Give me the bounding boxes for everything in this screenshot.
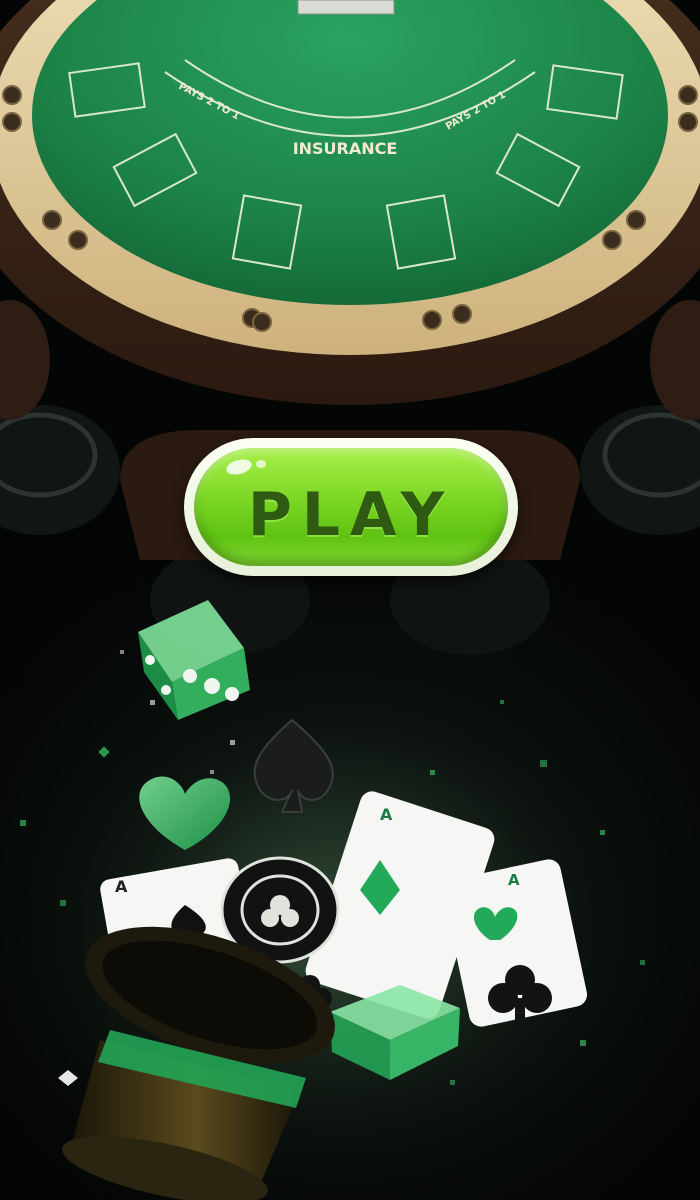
- card-rank-a2: A: [380, 805, 393, 824]
- blackjack-table: [0, 0, 700, 405]
- card-shoe: [297, 0, 395, 15]
- game-screen: INSURANCE PAYS 2 TO 1 PAYS 2 TO 1 A A A …: [0, 0, 700, 1200]
- play-button-face[interactable]: PLAY: [194, 448, 508, 566]
- play-button-label: PLAY: [247, 480, 455, 550]
- play-button-gloss-dot: [256, 460, 266, 468]
- card-rank-a: A: [115, 877, 128, 896]
- casino-scene: INSURANCE PAYS 2 TO 1 PAYS 2 TO 1 A A A: [0, 0, 700, 1200]
- card-rank-a3: A: [508, 871, 520, 889]
- play-button-gloss: [224, 456, 254, 478]
- insurance-label: INSURANCE: [293, 139, 398, 158]
- play-button[interactable]: PLAY: [184, 438, 518, 576]
